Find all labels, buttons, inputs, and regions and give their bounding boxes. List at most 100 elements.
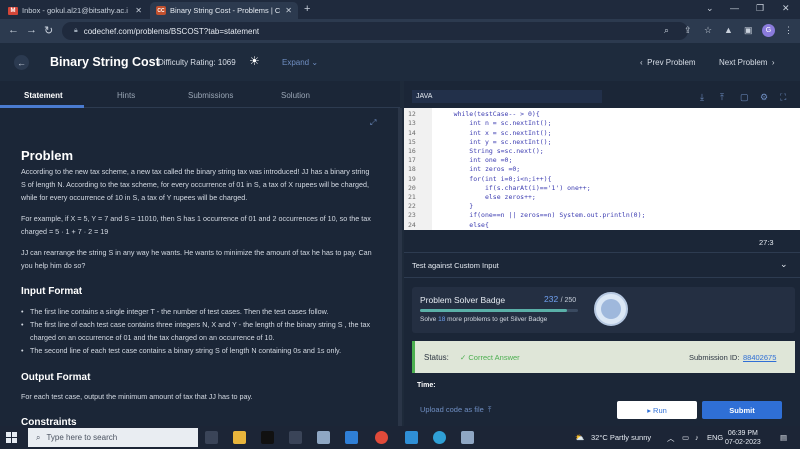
restore-button[interactable]: ❐ [756, 3, 764, 14]
prev-problem-button[interactable]: ‹ Prev Problem [640, 58, 696, 67]
code-editor[interactable]: 11 int testCase = sc.nextInt(); 12 while(… [404, 108, 800, 230]
windows-start-icon[interactable] [6, 432, 17, 443]
tab-search-icon[interactable]: ⌄ [706, 3, 714, 14]
tab-hints[interactable]: Hints [117, 91, 135, 100]
new-tab-button[interactable]: + [304, 3, 310, 15]
difficulty-rating: Difficulty Rating: 1069 [158, 58, 236, 67]
back-arrow-icon[interactable]: ← [8, 24, 19, 36]
minimize-button[interactable]: — [730, 3, 739, 13]
share-icon[interactable]: ⇪ [684, 25, 692, 36]
code-line: int n = sc.nextInt(); [438, 119, 552, 128]
extensions-icon[interactable]: ▲ [724, 25, 733, 35]
tab-codechef[interactable]: CC Binary String Cost - Problems | C ✕ [150, 2, 298, 19]
close-tab-icon[interactable]: ✕ [135, 6, 142, 15]
chevron-down-icon[interactable]: ⌄ [780, 259, 788, 270]
code-line: else zeros++; [438, 193, 536, 201]
forward-arrow-icon[interactable]: → [26, 24, 37, 36]
taskbar-search[interactable]: ⌕ Type here to search [28, 428, 198, 447]
taskbar-clock[interactable]: 06:39 PM 07-02-2023 [725, 429, 761, 447]
submit-button[interactable]: Submit [702, 401, 782, 419]
terminal-icon[interactable] [261, 431, 274, 444]
code-line: int one =0; [438, 156, 513, 165]
chevron-up-icon[interactable]: ︿ [667, 433, 675, 444]
language-indicator[interactable]: ENG [707, 433, 723, 442]
line-number: 17 [408, 156, 416, 165]
cursor-position: 27:3 [759, 238, 774, 247]
calculator-icon[interactable] [345, 431, 358, 444]
tab-solution[interactable]: Solution [281, 91, 310, 100]
chevron-left-icon: ‹ [640, 58, 643, 67]
theme-toggle-sun-icon[interactable]: ☀ [249, 54, 260, 68]
sidebar-icon[interactable]: ▣ [744, 25, 753, 36]
volume-icon[interactable]: ♪ [695, 433, 699, 442]
fullscreen-icon[interactable]: ⛶ [780, 92, 786, 103]
notifications-icon[interactable]: ▤ [780, 433, 787, 442]
file-explorer-icon[interactable] [233, 431, 246, 444]
prev-problem-label: Prev Problem [647, 58, 696, 67]
zoom-icon[interactable]: ⌕ [664, 25, 669, 36]
profile-avatar[interactable]: G [762, 24, 775, 37]
expand-label: Expand [282, 58, 310, 67]
bookmark-star-icon[interactable]: ☆ [704, 25, 712, 36]
chevron-down-icon: ⌄ [311, 58, 319, 67]
menu-dots-icon[interactable]: ⋮ [784, 25, 793, 36]
vscode-icon[interactable] [405, 431, 418, 444]
status-value: ✓ Correct Answer [460, 353, 520, 362]
reload-icon[interactable]: ↻ [44, 24, 53, 37]
edge-icon[interactable] [433, 431, 446, 444]
input-format-heading: Input Format [21, 286, 83, 297]
code-line: while(testCase-- > 0){ [438, 110, 540, 119]
battery-icon[interactable]: ▭ [682, 433, 689, 442]
run-button[interactable]: ▸ Run [617, 401, 697, 419]
statement-scrollbar[interactable] [398, 108, 402, 426]
settings-gear-icon[interactable] [289, 431, 302, 444]
upload-icon[interactable]: ⤒ [720, 92, 724, 103]
clock-time: 06:39 PM [727, 430, 758, 437]
close-window-button[interactable]: ✕ [782, 3, 790, 14]
input-item: The second line of each test case contai… [21, 344, 381, 357]
save-icon[interactable]: ▢ [740, 92, 749, 103]
line-number: 20 [408, 183, 416, 192]
tab-statement[interactable]: Statement [24, 91, 63, 100]
line-number: 12 [408, 110, 416, 119]
code-line: } [438, 202, 474, 211]
settings-gear-icon[interactable]: ⚙ [760, 92, 768, 103]
tab-submissions[interactable]: Submissions [188, 91, 233, 100]
download-icon[interactable]: ⤓ [700, 92, 704, 103]
submission-id-link[interactable]: 88402675 [743, 353, 776, 362]
tab-gmail-inbox[interactable]: M Inbox - gokul.al21@bitsathy.ac.i ✕ [2, 2, 148, 19]
time-label: Time: [417, 382, 436, 389]
badge-medal-icon [594, 292, 628, 326]
code-line: int testCase = sc.nextInt(); [438, 108, 564, 109]
browser-tab-bar: M Inbox - gokul.al21@bitsathy.ac.i ✕ CC … [0, 0, 800, 19]
upload-code-label: Upload code as file [420, 405, 484, 414]
line-number: 24 [408, 220, 416, 229]
url-field[interactable]: 🔒︎ codechef.com/problems/BSCOST?tab=stat… [62, 22, 688, 40]
upload-code-button[interactable]: Upload code as file ⤒ [420, 405, 491, 415]
code-line: if(one==n || zeros==n) System.out.printl… [438, 211, 646, 220]
app-icon[interactable] [317, 431, 330, 444]
custom-input-label: Test against Custom Input [412, 261, 499, 270]
upload-icon: ⤒ [487, 405, 492, 414]
language-select[interactable]: JAVA [412, 90, 602, 103]
gmail-icon: M [8, 6, 18, 15]
line-number: 18 [408, 165, 416, 174]
lock-icon: 🔒︎ [74, 27, 78, 34]
run-label: Run [653, 405, 667, 415]
expand-diagonal-icon[interactable]: ⤢ [370, 118, 376, 128]
back-arrow-icon[interactable]: ← [14, 55, 29, 70]
problem-example: For example, if X = 5, Y = 7 and S = 110… [21, 214, 371, 236]
close-tab-icon[interactable]: ✕ [285, 6, 292, 15]
problem-title: Binary String Cost [50, 55, 160, 69]
expand-button[interactable]: Expand ⌄ [282, 58, 318, 67]
code-line: if(s.charAt(i)=='1') one++; [438, 183, 591, 192]
weather-text[interactable]: 32°C Partly sunny [591, 433, 651, 442]
app-icon[interactable] [461, 431, 474, 444]
submission-id-label: Submission ID: [689, 353, 740, 362]
next-problem-label: Next Problem [719, 58, 768, 67]
windows-taskbar: ⌕ Type here to search ⛅ 32°C Partly sunn… [0, 426, 800, 449]
task-view-icon[interactable] [205, 431, 218, 444]
chrome-icon[interactable] [375, 431, 388, 444]
search-icon: ⌕ [36, 432, 41, 442]
next-problem-button[interactable]: Next Problem › [719, 58, 775, 67]
